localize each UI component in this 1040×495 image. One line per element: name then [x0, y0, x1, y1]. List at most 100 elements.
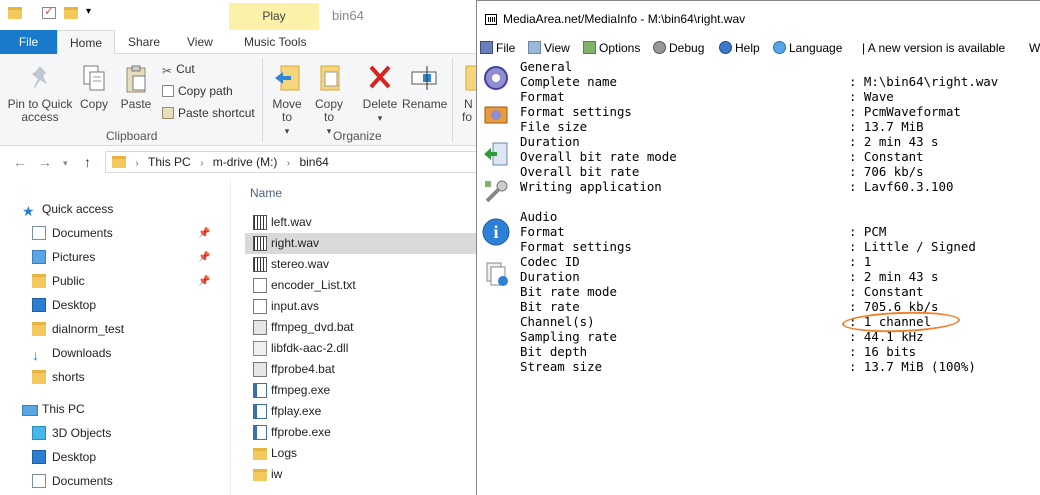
- paste-button[interactable]: Paste: [118, 64, 154, 111]
- file-row[interactable]: libfdk-aac-2.dll: [245, 338, 478, 359]
- nav-documents[interactable]: Documents: [32, 222, 113, 244]
- breadcrumb-this-pc[interactable]: This PC: [148, 155, 191, 169]
- field-value: : Constant: [849, 149, 924, 164]
- file-name: ffprobe.exe: [271, 425, 331, 439]
- field-label: Format: [520, 224, 565, 239]
- breadcrumb-m-drive[interactable]: m-drive (M:): [213, 155, 278, 169]
- file-row[interactable]: encoder_List.txt: [245, 275, 478, 296]
- file-row[interactable]: right.wav: [245, 233, 478, 254]
- delete-button[interactable]: Delete ▾: [360, 62, 400, 125]
- nav-shorts[interactable]: shorts: [32, 366, 85, 388]
- menu-language[interactable]: Language: [773, 37, 842, 59]
- rename-button[interactable]: Rename: [402, 62, 447, 111]
- nav-public[interactable]: Public: [32, 270, 85, 292]
- nav-this-pc[interactable]: This PC: [22, 398, 85, 420]
- field-label: Duration: [520, 269, 580, 284]
- tab-share[interactable]: Share: [116, 30, 172, 54]
- download-arrow-icon: ↓: [32, 347, 39, 363]
- nav-pictures[interactable]: Pictures: [32, 246, 95, 268]
- file-row[interactable]: ffmpeg_dvd.bat: [245, 317, 478, 338]
- file-row[interactable]: iw: [245, 464, 478, 485]
- menu-debug[interactable]: Debug: [653, 37, 704, 59]
- chevron-right-icon: ›: [200, 158, 204, 169]
- properties-icon[interactable]: [42, 4, 56, 19]
- nav-quick-access[interactable]: ★ Quick access: [22, 198, 113, 220]
- delete-x-icon: [369, 65, 391, 89]
- cut-button[interactable]: ✂ Cut: [162, 62, 195, 78]
- forward-arrow-icon[interactable]: →: [38, 154, 52, 170]
- pin-icon[interactable]: 📌: [198, 252, 210, 263]
- file-row[interactable]: Logs: [245, 443, 478, 464]
- new-folder-icon[interactable]: [64, 7, 78, 19]
- file-row[interactable]: left.wav: [245, 212, 478, 233]
- audio-field-row: Stream size: 13.7 MiB (100%): [520, 359, 1040, 374]
- dll-file-icon: [253, 341, 267, 356]
- file-row[interactable]: stereo.wav: [245, 254, 478, 275]
- nav-desktop-pc[interactable]: Desktop: [32, 446, 96, 468]
- documents-icon: [32, 474, 46, 488]
- menu-help[interactable]: Help: [719, 37, 760, 59]
- field-label: Format settings: [520, 239, 632, 254]
- preferences-icon[interactable]: [481, 177, 511, 207]
- field-value: : PcmWaveformat: [849, 104, 961, 119]
- recent-locations-icon[interactable]: ▾: [63, 158, 68, 169]
- copy-path-button[interactable]: Copy path: [162, 84, 233, 98]
- copy-to-button[interactable]: Copy to ▾: [310, 62, 348, 138]
- menu-overflow[interactable]: W: [1029, 37, 1040, 59]
- export-icon[interactable]: [481, 139, 511, 169]
- nav-downloads[interactable]: ↓ Downloads: [32, 342, 111, 364]
- tab-home[interactable]: Home: [57, 30, 116, 55]
- open-file-icon[interactable]: [481, 63, 511, 93]
- field-value: : 706 kb/s: [849, 164, 924, 179]
- clipboard-group-label: Clipboard: [106, 129, 158, 143]
- file-row[interactable]: input.avs: [245, 296, 478, 317]
- star-icon: ★: [22, 203, 35, 219]
- pin-icon[interactable]: 📌: [198, 276, 210, 287]
- new-version-notice[interactable]: | A new version is available: [862, 37, 1005, 59]
- tab-file[interactable]: File: [0, 30, 57, 54]
- nav-3d-objects[interactable]: 3D Objects: [32, 422, 111, 444]
- new-folder-button[interactable]: Nfo: [458, 62, 478, 124]
- folder-icon[interactable]: [8, 7, 22, 19]
- audio-file-icon: [253, 215, 267, 230]
- file-name: ffmpeg_dvd.bat: [271, 320, 354, 334]
- ribbon: Pin to Quick access Copy Paste ✂ Cut Copy…: [0, 54, 478, 146]
- customize-quick-access-icon[interactable]: ▾: [86, 6, 91, 17]
- open-folder-icon[interactable]: [481, 99, 511, 129]
- menu-options[interactable]: Options: [583, 37, 640, 59]
- ribbon-separator: [452, 58, 453, 142]
- file-row[interactable]: ffprobe.exe: [245, 422, 478, 443]
- context-tab-play[interactable]: Play: [229, 3, 319, 30]
- knowledge-base-icon[interactable]: [481, 259, 511, 289]
- about-info-icon[interactable]: i: [481, 217, 511, 247]
- field-label: Channel(s): [520, 314, 595, 329]
- menu-view[interactable]: View: [528, 37, 570, 59]
- menu-file[interactable]: File: [480, 37, 515, 59]
- file-row[interactable]: ffprobe4.bat: [245, 359, 478, 380]
- pin-to-quick-access-button[interactable]: Pin to Quick access: [4, 64, 76, 124]
- audio-field-row: Bit rate: 705.6 kb/s: [520, 299, 1040, 314]
- copy-button[interactable]: Copy: [76, 64, 112, 111]
- up-arrow-icon[interactable]: ↑: [84, 154, 91, 170]
- pin-icon[interactable]: 📌: [198, 228, 210, 239]
- section-audio: Audio: [520, 209, 558, 224]
- executable-icon: [253, 425, 267, 440]
- move-to-button[interactable]: Move to ▾: [268, 62, 306, 138]
- back-arrow-icon[interactable]: ←: [13, 154, 27, 170]
- pictures-icon: [32, 250, 46, 264]
- paste-shortcut-button[interactable]: Paste shortcut: [162, 106, 255, 120]
- field-label: Format: [520, 89, 565, 104]
- tab-music-tools[interactable]: Music Tools: [232, 30, 318, 54]
- breadcrumb-bin64[interactable]: bin64: [299, 155, 328, 169]
- general-field-row: Format: Wave: [520, 89, 1040, 104]
- file-row[interactable]: ffmpeg.exe: [245, 380, 478, 401]
- nav-documents-pc[interactable]: Documents: [32, 470, 113, 492]
- mediainfo-app-icon: [485, 14, 497, 25]
- ribbon-tabs: File Home Share View Music Tools: [0, 30, 478, 55]
- file-row[interactable]: ffplay.exe: [245, 401, 478, 422]
- nav-desktop[interactable]: Desktop: [32, 294, 96, 316]
- nav-dialnorm-test[interactable]: dialnorm_test: [32, 318, 124, 340]
- column-header-name[interactable]: Name: [250, 186, 282, 200]
- address-field[interactable]: › This PC › m-drive (M:) › bin64: [105, 151, 478, 173]
- tab-view[interactable]: View: [175, 30, 225, 54]
